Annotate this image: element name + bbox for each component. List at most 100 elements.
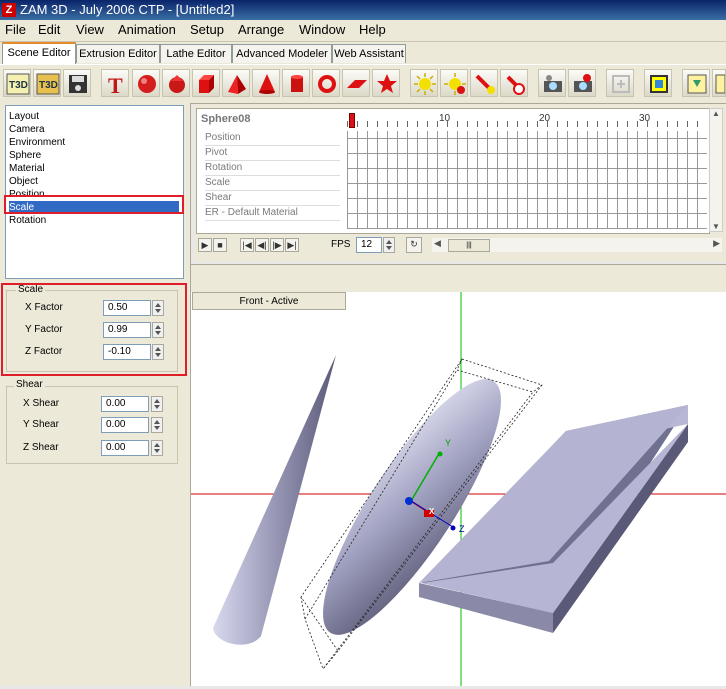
t3d-open-icon[interactable]: T3D [33, 69, 61, 97]
track-rotation[interactable]: Rotation [205, 161, 340, 176]
menu-bar: File Edit View Animation Setup Arrange W… [0, 20, 726, 42]
cube-icon[interactable] [192, 69, 220, 97]
properties-panel: Layout Camera Environment Sphere Materia… [0, 103, 191, 686]
property-list[interactable]: Layout Camera Environment Sphere Materia… [5, 105, 184, 279]
app-logo-icon: Z [2, 3, 16, 17]
playhead-marker[interactable] [349, 113, 355, 128]
stop-icon[interactable]: ■ [213, 238, 227, 252]
tab-advanced-modeler[interactable]: Advanced Modeler [232, 44, 332, 63]
list-item-sphere[interactable]: Sphere [9, 149, 179, 162]
prev-frame-icon[interactable]: ◀| [255, 238, 269, 252]
timeline-object-name: Sphere08 [201, 113, 251, 125]
z-shear-spinner[interactable] [151, 440, 163, 456]
fps-input[interactable]: 12 [356, 237, 382, 253]
menu-file[interactable]: File [5, 22, 26, 38]
play-icon[interactable]: ▶ [198, 238, 212, 252]
text-icon[interactable]: T [101, 69, 129, 97]
svg-text:T3D: T3D [9, 80, 28, 91]
menu-help[interactable]: Help [359, 22, 386, 38]
tab-lathe-editor[interactable]: Lathe Editor [160, 44, 232, 63]
z-shear-label: Z Shear [23, 442, 59, 453]
list-item-environment[interactable]: Environment [9, 136, 179, 149]
list-item-layout[interactable]: Layout [9, 110, 179, 123]
timeline-vscroll[interactable]: ▲ ▼ [709, 108, 723, 232]
track-position[interactable]: Position [205, 131, 340, 146]
viewport-tab-row [191, 264, 726, 293]
track-area: Sphere08 Position Pivot Rotation Scale S… [196, 108, 710, 234]
next-frame-icon[interactable]: |▶ [270, 238, 284, 252]
menu-window[interactable]: Window [299, 22, 345, 38]
3d-viewport[interactable]: Y X Z [191, 292, 726, 686]
track-scale[interactable]: Scale [205, 176, 340, 191]
highlight-scale-group [1, 283, 187, 376]
tab-extrusion-editor[interactable]: Extrusion Editor [76, 44, 160, 63]
spotlight2-icon[interactable] [500, 69, 528, 97]
x-shear-input[interactable]: 0.00 [101, 396, 149, 412]
cone-sphere-icon[interactable] [162, 69, 190, 97]
list-item-rotation[interactable]: Rotation [9, 214, 179, 227]
cone-icon[interactable] [252, 69, 280, 97]
svg-text:T3D: T3D [39, 80, 58, 91]
timeline-ruler[interactable] [347, 111, 707, 127]
scroll-right-icon[interactable]: ▶ [713, 238, 720, 249]
gizmo-origin [405, 497, 413, 505]
cylinder-icon[interactable] [282, 69, 310, 97]
gizmo-y-label: Y [445, 438, 452, 448]
keyframe-grid[interactable] [347, 131, 707, 229]
light2-icon[interactable] [440, 69, 468, 97]
svg-text:T: T [108, 73, 123, 96]
loop-icon[interactable]: ↻ [406, 237, 422, 253]
pyramid-icon[interactable] [222, 69, 250, 97]
viewport-scene[interactable] [191, 292, 726, 686]
star-icon[interactable] [372, 69, 400, 97]
cone-object [213, 355, 336, 645]
editor-tabs: Scene Editor Extrusion Editor Lathe Edit… [0, 42, 726, 65]
t3d-new-icon[interactable]: T3D [3, 69, 31, 97]
viewport-tab-front[interactable]: Front - Active [192, 292, 346, 310]
disabled-tool-icon[interactable] [606, 69, 634, 97]
title-bar: Z ZAM 3D - July 2006 CTP - [Untitled2] [0, 0, 726, 20]
menu-setup[interactable]: Setup [190, 22, 224, 38]
x-shear-label: X Shear [23, 398, 60, 409]
camera-icon[interactable] [538, 69, 566, 97]
gizmo-z-label: Z [459, 524, 465, 534]
list-item-object[interactable]: Object [9, 175, 179, 188]
save-icon[interactable] [63, 69, 91, 97]
fps-spinner[interactable] [383, 237, 395, 253]
menu-animation[interactable]: Animation [118, 22, 176, 38]
sphere-icon[interactable] [132, 69, 160, 97]
y-shear-label: Y Shear [23, 419, 59, 430]
ruler-label-30: 30 [639, 113, 651, 124]
tab-web-assistant[interactable]: Web Assistant [332, 44, 406, 63]
window-title: ZAM 3D - July 2006 CTP - [Untitled2] [20, 2, 235, 17]
list-item-camera[interactable]: Camera [9, 123, 179, 136]
scroll-thumb[interactable]: ||| [448, 239, 490, 252]
last-frame-icon[interactable]: ▶| [285, 238, 299, 252]
track-shear[interactable]: Shear [205, 191, 340, 206]
track-pivot[interactable]: Pivot [205, 146, 340, 161]
timeline-hscroll[interactable]: ◀ ||| ▶ [432, 238, 722, 252]
menu-view[interactable]: View [76, 22, 104, 38]
light-icon[interactable] [410, 69, 438, 97]
z-shear-input[interactable]: 0.00 [101, 440, 149, 456]
export2-icon[interactable] [712, 69, 726, 97]
scroll-left-icon[interactable]: ◀ [434, 238, 441, 249]
camera2-icon[interactable] [568, 69, 596, 97]
torus-icon[interactable] [312, 69, 340, 97]
timeline-panel: Sphere08 Position Pivot Rotation Scale S… [194, 104, 726, 262]
group-icon[interactable] [644, 69, 672, 97]
y-shear-input[interactable]: 0.00 [101, 417, 149, 433]
tab-scene-editor[interactable]: Scene Editor [2, 42, 76, 65]
export-icon[interactable] [682, 69, 710, 97]
menu-arrange[interactable]: Arrange [238, 22, 284, 38]
highlight-scale-item [4, 195, 184, 214]
plane-icon[interactable] [342, 69, 370, 97]
track-material[interactable]: ER - Default Material [205, 206, 340, 221]
menu-edit[interactable]: Edit [38, 22, 60, 38]
first-frame-icon[interactable]: |◀ [240, 238, 254, 252]
spotlight-icon[interactable] [470, 69, 498, 97]
list-item-material[interactable]: Material [9, 162, 179, 175]
y-shear-spinner[interactable] [151, 417, 163, 433]
x-shear-spinner[interactable] [151, 396, 163, 412]
ruler-label-10: 10 [439, 113, 451, 124]
